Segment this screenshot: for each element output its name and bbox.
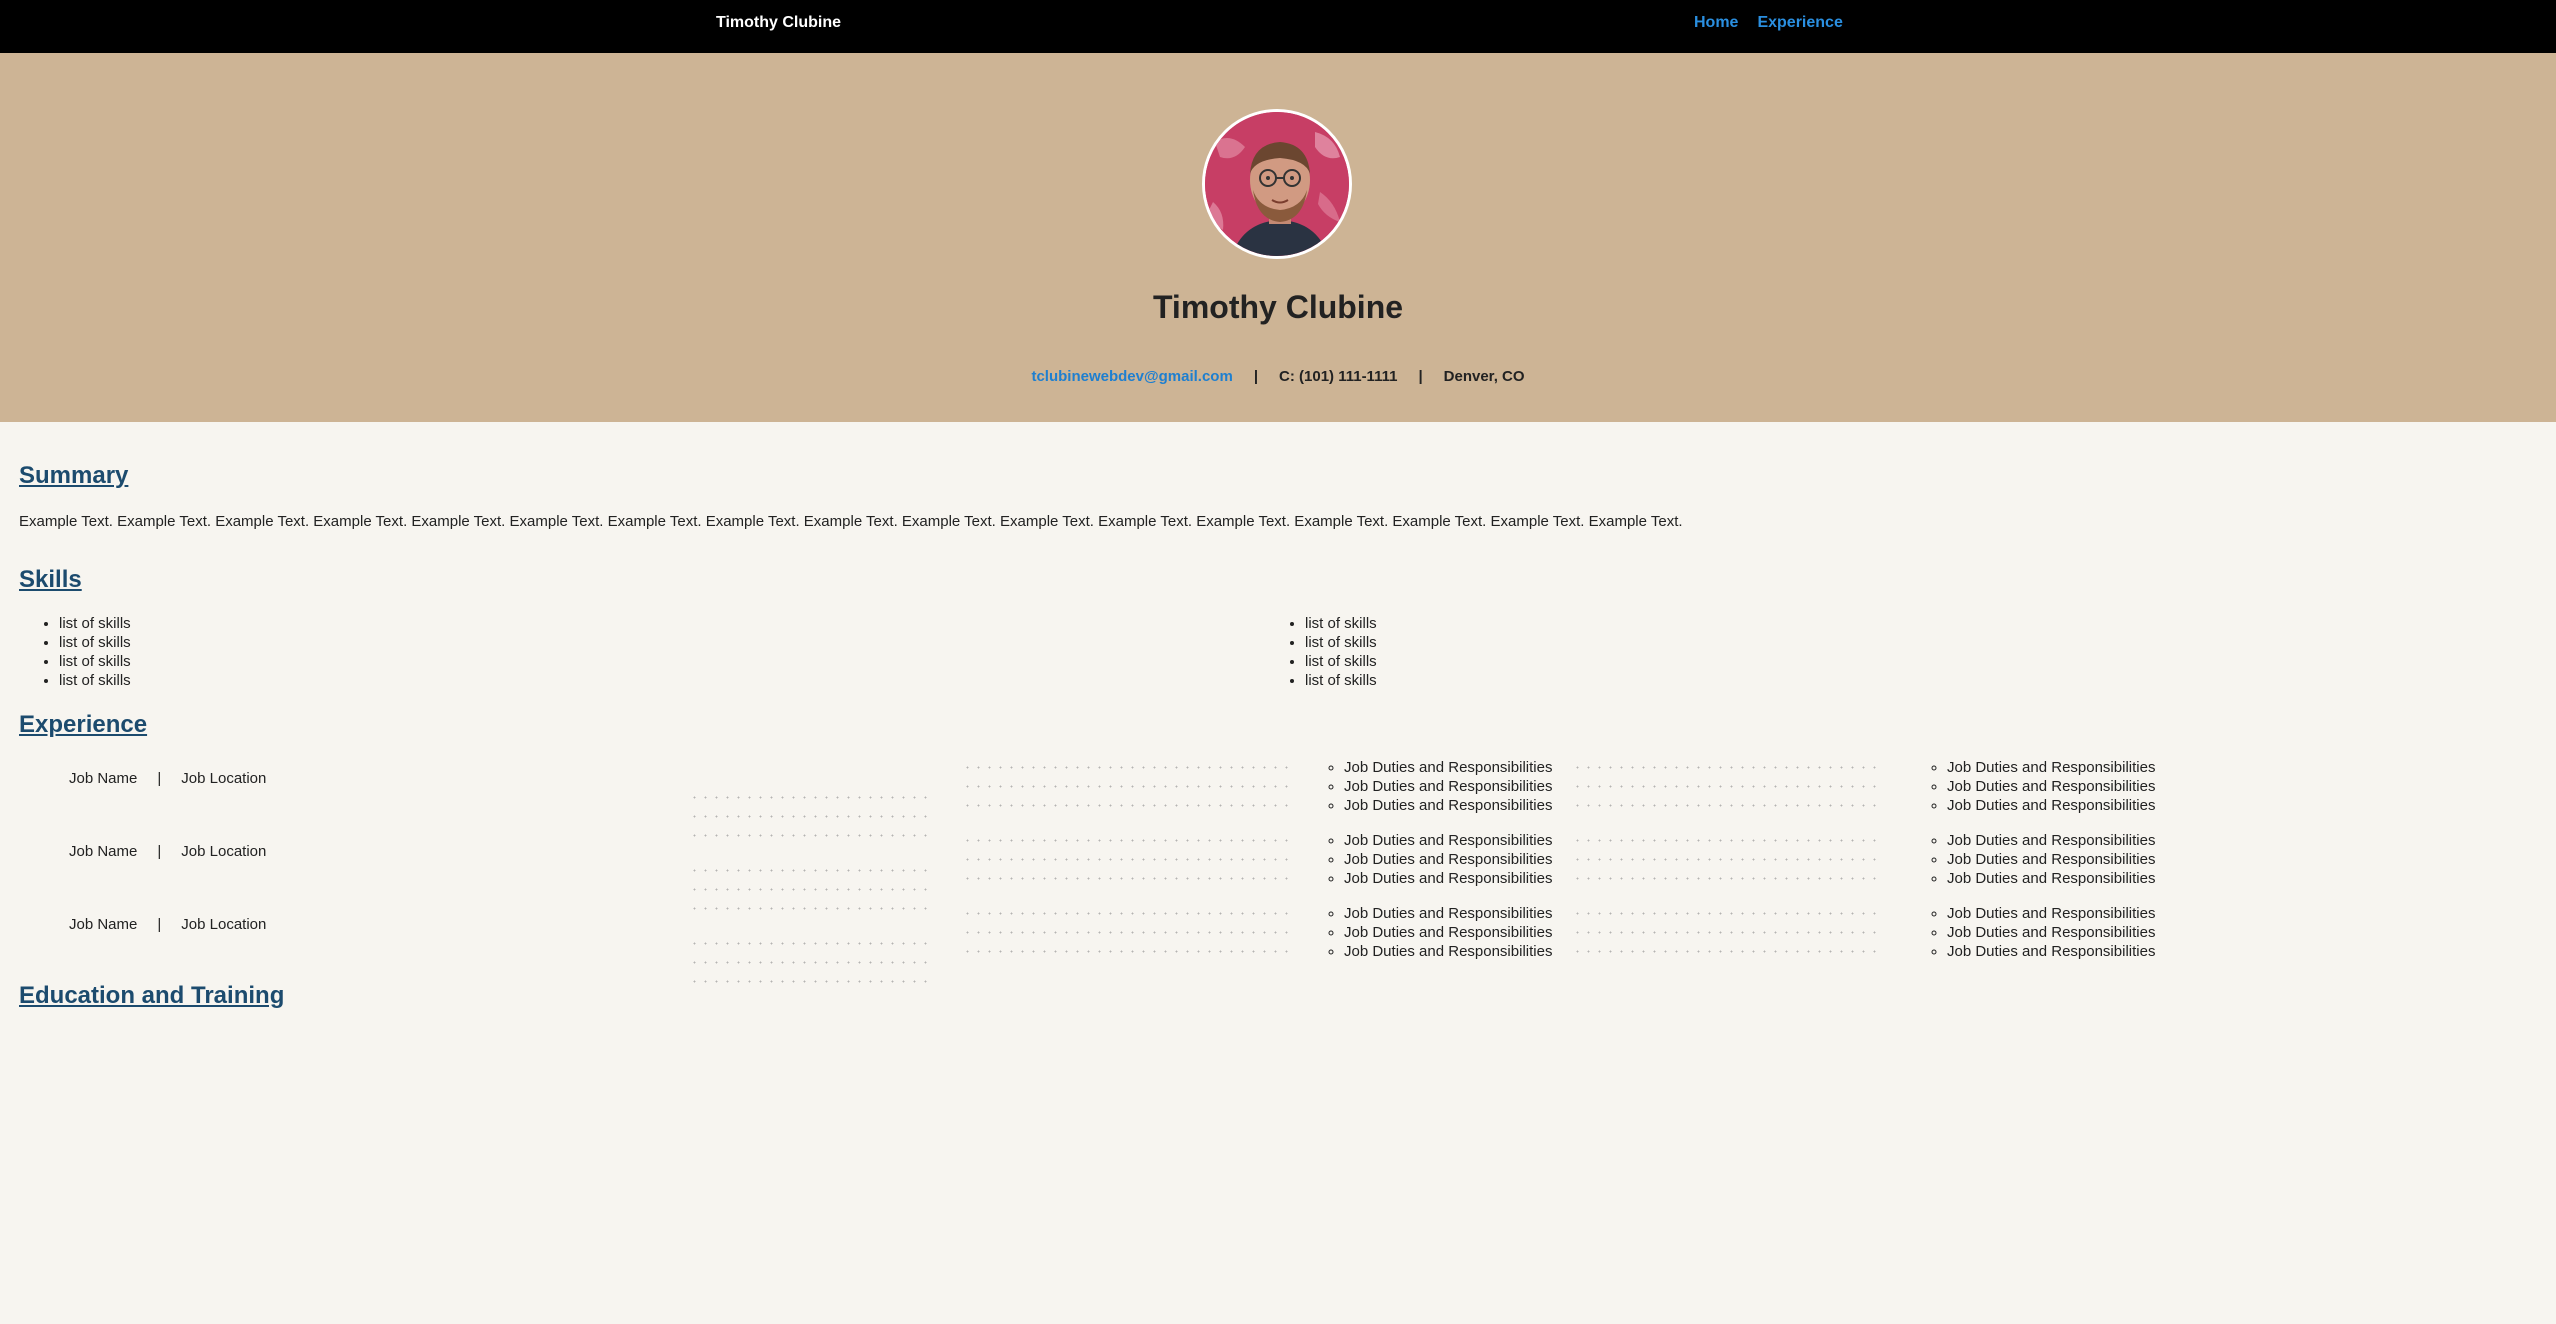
- job-entry: Job Name | Job Location Job Duties and R…: [0, 758, 2556, 848]
- decorative-dots: [689, 934, 934, 994]
- decorative-dots: [1572, 904, 1884, 961]
- duty-item: Job Duties and Responsibilities: [1344, 923, 1552, 942]
- education-heading: Education and Training: [19, 982, 285, 1009]
- contact-separator: |: [1253, 368, 1259, 385]
- decorative-dots: [962, 904, 1288, 961]
- job-title: Job Name | Job Location: [69, 916, 266, 933]
- job-duties-list: Job Duties and Responsibilities Job Duti…: [1947, 904, 2155, 961]
- skill-item: list of skills: [1305, 633, 1377, 652]
- email-link[interactable]: tclubinewebdev@gmail.com: [1031, 368, 1232, 385]
- skill-item: list of skills: [59, 671, 131, 690]
- duty-item: Job Duties and Responsibilities: [1947, 758, 2155, 777]
- duty-item: Job Duties and Responsibilities: [1947, 796, 2155, 815]
- job-location: Job Location: [181, 770, 267, 787]
- job-duties-list: Job Duties and Responsibilities Job Duti…: [1947, 831, 2155, 888]
- decorative-dots: [1572, 758, 1884, 815]
- skills-list-left: list of skills list of skills list of sk…: [59, 614, 131, 690]
- skills-list-right: list of skills list of skills list of sk…: [1305, 614, 1377, 690]
- duty-item: Job Duties and Responsibilities: [1947, 869, 2155, 888]
- job-location: Job Location: [181, 843, 267, 860]
- duty-item: Job Duties and Responsibilities: [1947, 942, 2155, 961]
- skill-item: list of skills: [1305, 614, 1377, 633]
- job-separator: |: [157, 770, 162, 787]
- duty-item: Job Duties and Responsibilities: [1344, 796, 1552, 815]
- skill-item: list of skills: [1305, 671, 1377, 690]
- job-separator: |: [157, 843, 162, 860]
- skill-item: list of skills: [59, 633, 131, 652]
- job-location: Job Location: [181, 916, 267, 933]
- job-duties-list: Job Duties and Responsibilities Job Duti…: [1947, 758, 2155, 815]
- experience-heading: Experience: [19, 711, 148, 738]
- navbar-brand[interactable]: Timothy Clubine: [716, 14, 841, 32]
- duty-item: Job Duties and Responsibilities: [1947, 831, 2155, 850]
- job-title: Job Name | Job Location: [69, 843, 266, 860]
- phone-number: C: (101) 111-1111: [1279, 368, 1398, 385]
- skills-heading: Skills: [19, 566, 82, 593]
- duty-item: Job Duties and Responsibilities: [1947, 777, 2155, 796]
- location: Denver, CO: [1443, 368, 1525, 385]
- duty-item: Job Duties and Responsibilities: [1344, 831, 1552, 850]
- top-navbar: Timothy Clubine Home Experience: [0, 0, 2556, 53]
- profile-name: Timothy Clubine: [1152, 289, 1404, 325]
- duty-item: Job Duties and Responsibilities: [1344, 942, 1552, 961]
- profile-avatar: [1202, 109, 1352, 259]
- decorative-dots: [962, 758, 1288, 815]
- duty-item: Job Duties and Responsibilities: [1344, 758, 1552, 777]
- job-entry: Job Name | Job Location Job Duties and R…: [0, 904, 2556, 994]
- profile-header: Timothy Clubine tclubinewebdev@gmail.com…: [0, 53, 2556, 422]
- job-separator: |: [157, 916, 162, 933]
- summary-text: Example Text. Example Text. Example Text…: [19, 513, 1683, 530]
- job-name: Job Name: [69, 770, 138, 787]
- decorative-dots: [1572, 831, 1884, 888]
- contact-info: tclubinewebdev@gmail.com | C: (101) 111-…: [0, 368, 2556, 385]
- contact-separator: |: [1418, 368, 1423, 385]
- skill-item: list of skills: [59, 652, 131, 671]
- skill-item: list of skills: [59, 614, 131, 633]
- decorative-dots: [962, 831, 1288, 888]
- summary-heading: Summary: [19, 462, 129, 489]
- job-duties-list: Job Duties and Responsibilities Job Duti…: [1344, 758, 1552, 815]
- skill-item: list of skills: [1305, 652, 1377, 671]
- nav-links: Home Experience: [1694, 14, 1843, 32]
- nav-link-experience[interactable]: Experience: [1757, 14, 1842, 32]
- nav-link-home[interactable]: Home: [1694, 14, 1738, 32]
- duty-item: Job Duties and Responsibilities: [1344, 777, 1552, 796]
- duty-item: Job Duties and Responsibilities: [1947, 850, 2155, 869]
- duty-item: Job Duties and Responsibilities: [1947, 904, 2155, 923]
- job-name: Job Name: [69, 843, 138, 860]
- duty-item: Job Duties and Responsibilities: [1344, 869, 1552, 888]
- job-duties-list: Job Duties and Responsibilities Job Duti…: [1344, 831, 1552, 888]
- job-entry: Job Name | Job Location Job Duties and R…: [0, 831, 2556, 921]
- job-name: Job Name: [69, 916, 138, 933]
- job-duties-list: Job Duties and Responsibilities Job Duti…: [1344, 904, 1552, 961]
- duty-item: Job Duties and Responsibilities: [1344, 904, 1552, 923]
- duty-item: Job Duties and Responsibilities: [1947, 923, 2155, 942]
- job-title: Job Name | Job Location: [69, 770, 266, 787]
- duty-item: Job Duties and Responsibilities: [1344, 850, 1552, 869]
